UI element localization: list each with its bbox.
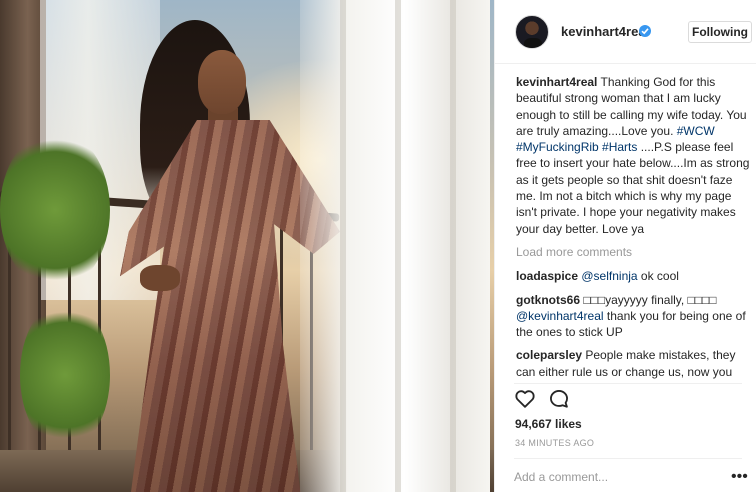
comment-text: □□□yayyyyy finally, □□□□ [580,292,717,307]
mention-link[interactable]: @selfninja [581,269,637,283]
comment-bubble-icon[interactable] [548,388,570,415]
comment-username[interactable]: coleparsley [516,348,582,362]
caption: kevinhart4real Thanking God for this bea… [516,74,750,237]
comment-username[interactable]: loadaspice [516,269,578,283]
hashtag-link[interactable]: #WCW [677,124,715,138]
comment-text: ok cool [637,269,679,284]
hashtag-link[interactable]: #MyFuckingRib [516,140,599,154]
post-timestamp[interactable]: 34 MINUTES AGO [515,438,594,448]
comments-list[interactable]: kevinhart4real Thanking God for this bea… [516,74,750,382]
post-header: kevinhart4real Following [495,0,756,64]
more-options-icon[interactable]: ••• [731,469,748,485]
mention-link[interactable]: @kevinhart4real [516,309,604,323]
list-item: loadaspice @selfninja ok cool [516,268,750,284]
verified-badge-icon [639,25,651,37]
divider [514,383,742,384]
add-comment-input[interactable] [514,466,724,488]
author-username[interactable]: kevinhart4real [561,24,649,39]
plant-foliage [20,300,110,450]
plant-foliage [0,130,110,290]
avatar[interactable] [515,15,549,49]
caption-username[interactable]: kevinhart4real [516,75,597,89]
action-bar [514,388,742,412]
following-button[interactable]: Following [688,21,752,43]
list-item: coleparsley People make mistakes, they c… [516,347,750,382]
load-more-comments-link[interactable]: Load more comments [516,244,750,260]
comment-username[interactable]: gotknots66 [516,293,580,307]
caption-text: ....P.S please feel free to insert your … [516,140,750,236]
likes-count[interactable]: 94,667 likes [515,417,582,431]
list-item: gotknots66 □□□yayyyyy finally, □□□□ @kev… [516,292,750,341]
post-photo[interactable] [0,0,494,492]
heart-icon[interactable] [514,388,536,415]
divider [514,458,742,459]
hashtag-link[interactable]: #Harts [602,140,637,154]
curtain-right [300,0,490,492]
